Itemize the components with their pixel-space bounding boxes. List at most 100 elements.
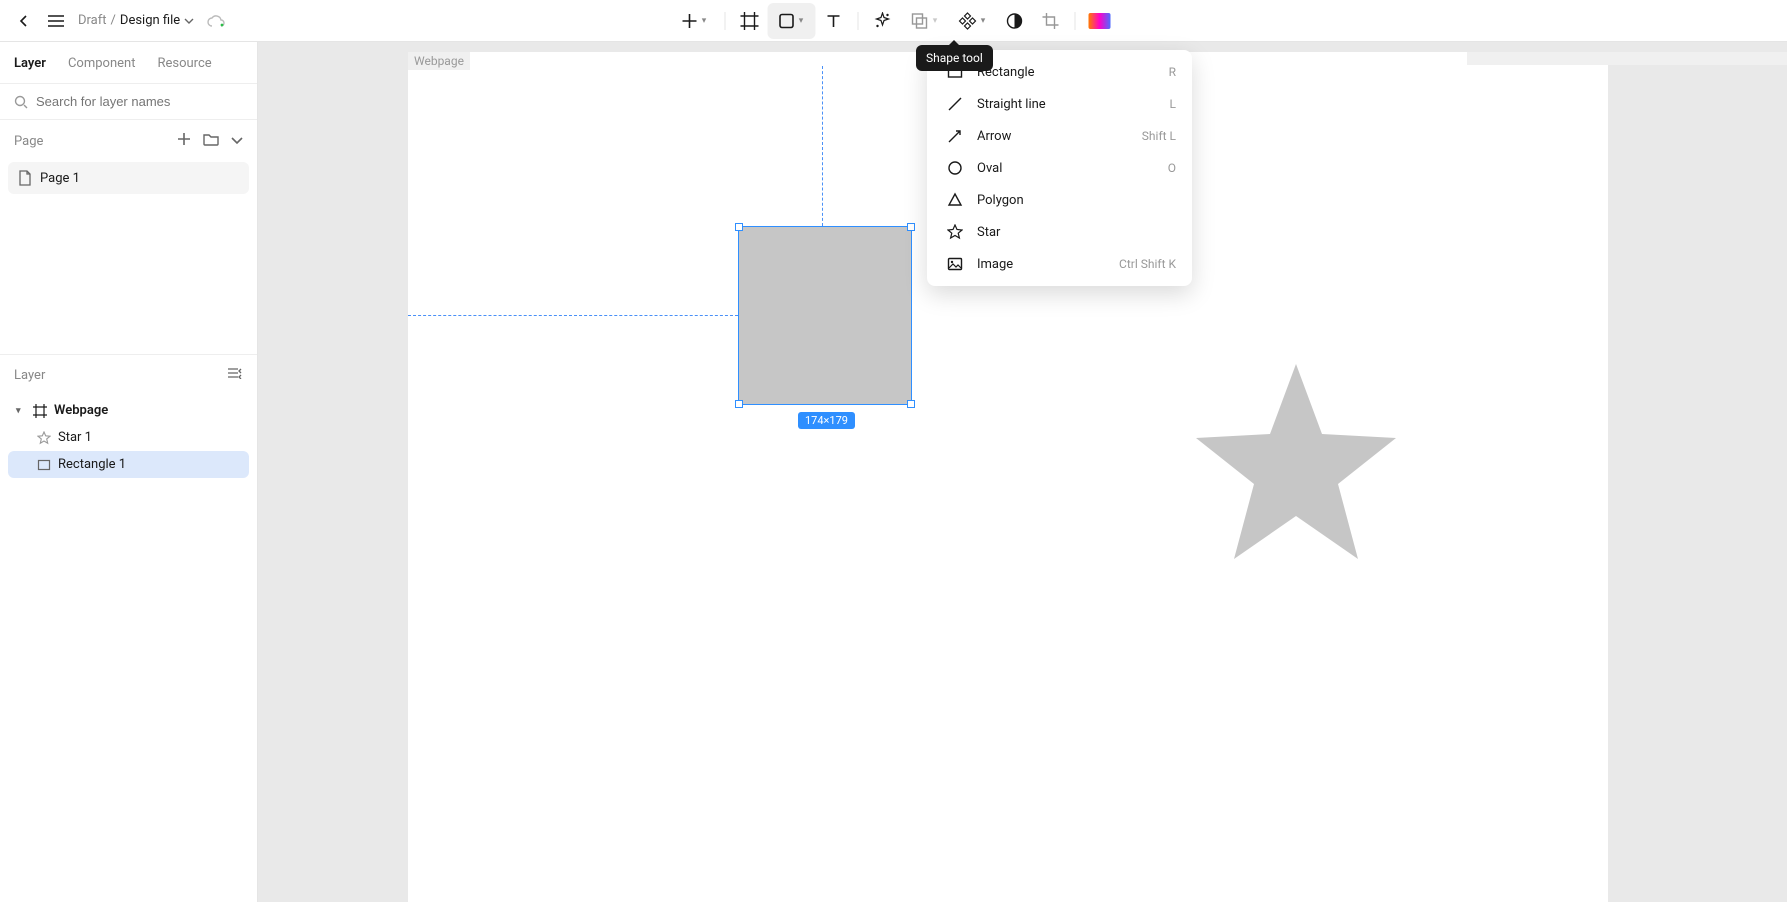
star-icon bbox=[943, 224, 967, 240]
separator bbox=[857, 12, 858, 30]
layer-section-label: Layer bbox=[14, 368, 45, 383]
text-tool[interactable] bbox=[815, 3, 851, 39]
dropdown-item-shortcut: Ctrl Shift K bbox=[1119, 257, 1176, 271]
dropdown-item-polygon[interactable]: Polygon bbox=[927, 184, 1192, 216]
crop-icon bbox=[1041, 12, 1059, 30]
breadcrumb-parent: Draft bbox=[78, 13, 107, 28]
dropdown-item-shortcut: O bbox=[1168, 161, 1176, 175]
layer-row-rectangle[interactable]: Rectangle 1 bbox=[8, 451, 249, 478]
shape-tool-dropdown: Rectangle R Straight line L Arrow Shift … bbox=[927, 50, 1192, 286]
resize-handle-ne[interactable] bbox=[907, 223, 915, 231]
menu-button[interactable] bbox=[46, 11, 66, 31]
selection-rectangle[interactable] bbox=[738, 226, 912, 405]
dropdown-item-label: Rectangle bbox=[977, 65, 1169, 80]
chevron-down-icon: ▾ bbox=[933, 16, 938, 26]
dropdown-item-arrow[interactable]: Arrow Shift L bbox=[927, 120, 1192, 152]
add-page-button[interactable] bbox=[177, 132, 191, 150]
chevron-down-icon: ▾ bbox=[981, 16, 986, 26]
add-tool[interactable]: ▾ bbox=[670, 3, 718, 39]
breadcrumb[interactable]: Draft / Design file bbox=[78, 13, 194, 28]
chevron-down-icon: ▾ bbox=[702, 16, 707, 26]
caret-icon: ▾ bbox=[16, 406, 26, 416]
text-icon bbox=[825, 13, 841, 29]
layer-row-webpage[interactable]: ▾ Webpage bbox=[8, 397, 249, 424]
resize-handle-sw[interactable] bbox=[735, 400, 743, 408]
search-icon bbox=[14, 95, 28, 109]
star-shape[interactable] bbox=[1186, 364, 1406, 564]
tab-resource[interactable]: Resource bbox=[157, 56, 211, 71]
shape-tool[interactable]: ▾ bbox=[767, 3, 815, 39]
rectangle-icon bbox=[36, 458, 52, 472]
breadcrumb-sep: / bbox=[111, 13, 116, 28]
line-icon bbox=[943, 96, 967, 112]
dropdown-item-shortcut: Shift L bbox=[1142, 129, 1176, 143]
tab-component[interactable]: Component bbox=[68, 56, 136, 71]
sidebar: Layer Component Resource Page Page 1 Lay… bbox=[0, 42, 258, 902]
arrow-icon bbox=[943, 128, 967, 144]
component-tool[interactable]: ▾ bbox=[948, 3, 996, 39]
dropdown-item-oval[interactable]: Oval O bbox=[927, 152, 1192, 184]
resize-handle-nw[interactable] bbox=[735, 223, 743, 231]
search-input[interactable] bbox=[36, 94, 243, 109]
oval-icon bbox=[943, 160, 967, 176]
cloud-sync-icon[interactable] bbox=[206, 14, 226, 28]
hamburger-icon bbox=[48, 15, 64, 27]
shape-tool-tooltip: Shape tool bbox=[916, 45, 993, 71]
page-item-label: Page 1 bbox=[40, 171, 80, 186]
breadcrumb-file: Design file bbox=[120, 13, 180, 28]
layer-label: Webpage bbox=[54, 403, 108, 418]
dropdown-item-label: Straight line bbox=[977, 97, 1170, 112]
frame-tool[interactable] bbox=[731, 3, 767, 39]
dropdown-item-shortcut: L bbox=[1170, 97, 1176, 111]
tooltip-label: Shape tool bbox=[926, 51, 983, 65]
dropdown-item-shortcut: R bbox=[1169, 65, 1176, 79]
chevron-down-icon: ▾ bbox=[799, 16, 804, 26]
dropdown-item-label: Oval bbox=[977, 161, 1168, 176]
boolean-icon bbox=[911, 12, 929, 30]
crop-tool[interactable] bbox=[1032, 3, 1068, 39]
dropdown-item-star[interactable]: Star bbox=[927, 216, 1192, 248]
tab-layer[interactable]: Layer bbox=[14, 56, 46, 71]
image-icon bbox=[943, 256, 967, 272]
page-item[interactable]: Page 1 bbox=[8, 162, 249, 194]
dropdown-item-label: Arrow bbox=[977, 129, 1142, 144]
smart-guide-horizontal bbox=[408, 315, 738, 316]
dropdown-item-label: Polygon bbox=[977, 193, 1176, 208]
dropdown-item-line[interactable]: Straight line L bbox=[927, 88, 1192, 120]
canvas-ruler-segment bbox=[1467, 52, 1787, 65]
page-collapse-button[interactable] bbox=[231, 134, 243, 149]
polygon-icon bbox=[943, 192, 967, 208]
brand-logo[interactable] bbox=[1081, 3, 1117, 39]
layer-row-star[interactable]: Star 1 bbox=[8, 424, 249, 451]
page-section-label: Page bbox=[14, 134, 43, 149]
ai-tool[interactable] bbox=[864, 3, 900, 39]
boolean-tool[interactable]: ▾ bbox=[900, 3, 948, 39]
artboard-label[interactable]: Webpage bbox=[408, 52, 470, 70]
page-folder-button[interactable] bbox=[203, 132, 219, 150]
dropdown-item-label: Image bbox=[977, 257, 1119, 272]
star-icon bbox=[36, 431, 52, 445]
logo-icon bbox=[1088, 13, 1110, 29]
back-button[interactable] bbox=[14, 11, 34, 31]
layer-label: Star 1 bbox=[58, 430, 92, 445]
smart-guide-vertical bbox=[822, 66, 823, 226]
separator bbox=[1074, 12, 1075, 30]
mask-icon bbox=[1005, 12, 1023, 30]
sparkle-icon bbox=[873, 12, 891, 30]
rectangle-icon bbox=[779, 13, 795, 29]
resize-handle-se[interactable] bbox=[907, 400, 915, 408]
frame-icon bbox=[32, 404, 48, 418]
mask-tool[interactable] bbox=[996, 3, 1032, 39]
dropdown-item-image[interactable]: Image Ctrl Shift K bbox=[927, 248, 1192, 280]
dropdown-item-label: Star bbox=[977, 225, 1176, 240]
frame-icon bbox=[740, 12, 758, 30]
component-icon bbox=[959, 12, 977, 30]
plus-icon bbox=[682, 13, 698, 29]
chevron-down-icon bbox=[184, 13, 194, 28]
chevron-left-icon bbox=[18, 15, 30, 27]
layer-label: Rectangle 1 bbox=[58, 457, 126, 472]
separator bbox=[724, 12, 725, 30]
selection-size-badge: 174×179 bbox=[798, 412, 855, 429]
collapse-layers-button[interactable] bbox=[227, 367, 243, 383]
page-icon bbox=[18, 170, 32, 186]
